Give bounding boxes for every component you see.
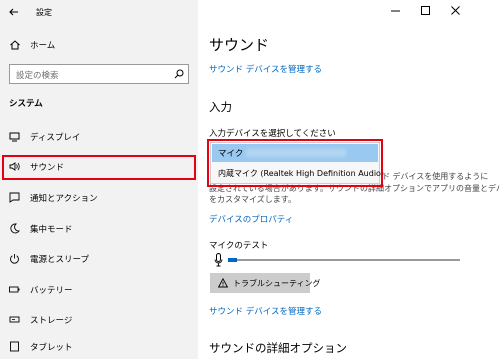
sidebar-item-tablet[interactable]: タブレット	[0, 338, 198, 356]
close-icon	[451, 6, 460, 15]
sidebar-item-power[interactable]: 電源とスリープ	[0, 250, 198, 268]
troubleshoot-label: トラブルシューティング	[233, 279, 321, 288]
minimize-icon	[391, 10, 400, 12]
search-placeholder: 設定の検索	[16, 71, 59, 81]
manage-devices-link-2[interactable]: サウンド デバイスを管理する	[209, 305, 322, 317]
window-title: 設定	[36, 8, 52, 17]
device-properties-link[interactable]: デバイスのプロパティ	[209, 213, 293, 225]
sidebar-item-label: バッテリー	[30, 286, 73, 296]
power-icon	[10, 254, 19, 264]
mic-test-label: マイクのテスト	[209, 241, 269, 251]
sidebar-item-display[interactable]: ディスプレイ	[0, 128, 198, 146]
display-icon	[9, 132, 20, 142]
sidebar-item-battery[interactable]: バッテリー	[0, 281, 198, 299]
mic-level-fill	[228, 258, 238, 262]
sidebar-item-label: 電源とスリープ	[30, 255, 89, 265]
battery-icon	[9, 286, 20, 293]
sidebar-item-storage[interactable]: ストレージ	[0, 311, 198, 329]
annotation-box-sound	[2, 155, 196, 180]
input-heading: 入力	[209, 100, 232, 114]
maximize-icon	[421, 6, 430, 15]
microphone-icon	[214, 253, 223, 267]
maximize-button[interactable]	[410, 0, 440, 22]
storage-icon	[9, 316, 20, 323]
section-title: システム	[9, 99, 43, 109]
choose-device-label: 入力デバイスを選択してください	[209, 129, 336, 139]
sidebar-item-label: タブレット	[30, 343, 73, 353]
search-icon[interactable]	[174, 69, 184, 79]
home-icon	[10, 40, 20, 50]
minimize-button[interactable]	[380, 0, 410, 22]
main-panel: サウンド サウンド デバイスを管理する 入力 入力デバイスを選択してください ド…	[198, 0, 500, 359]
manage-devices-link[interactable]: サウンド デバイスを管理する	[209, 63, 322, 75]
sidebar-home[interactable]: ホーム	[0, 36, 198, 54]
sidebar-item-focus[interactable]: 集中モード	[0, 220, 198, 238]
moon-icon	[10, 223, 20, 234]
annotation-box-dropdown	[207, 139, 383, 187]
sidebar-item-label: ストレージ	[30, 316, 73, 326]
sidebar-item-label: 集中モード	[30, 225, 73, 235]
sidebar-home-label: ホーム	[30, 41, 56, 51]
close-button[interactable]	[440, 0, 470, 22]
warning-icon	[218, 278, 228, 288]
sidebar-item-notifications[interactable]: 通知とアクション	[0, 189, 198, 207]
sidebar-item-label: 通知とアクション	[30, 194, 98, 204]
troubleshoot-button[interactable]: トラブルシューティング	[210, 273, 321, 293]
advanced-options-heading: サウンドの詳細オプション	[209, 341, 347, 355]
search-input[interactable]: 設定の検索	[9, 64, 189, 84]
sidebar: 設定 ホーム 設定の検索 システム ディスプレイ サウンド 通知とアクション 集…	[0, 0, 198, 359]
page-title: サウンド	[209, 36, 270, 54]
tablet-icon	[10, 341, 19, 352]
description-text-3: をカスタマイズします。	[209, 195, 296, 204]
back-arrow-icon[interactable]	[8, 6, 20, 18]
notification-icon	[9, 192, 20, 203]
sidebar-item-label: ディスプレイ	[30, 133, 81, 143]
description-text-1: ド デバイスを使用するように	[382, 172, 489, 181]
mic-level-meter	[228, 258, 460, 262]
